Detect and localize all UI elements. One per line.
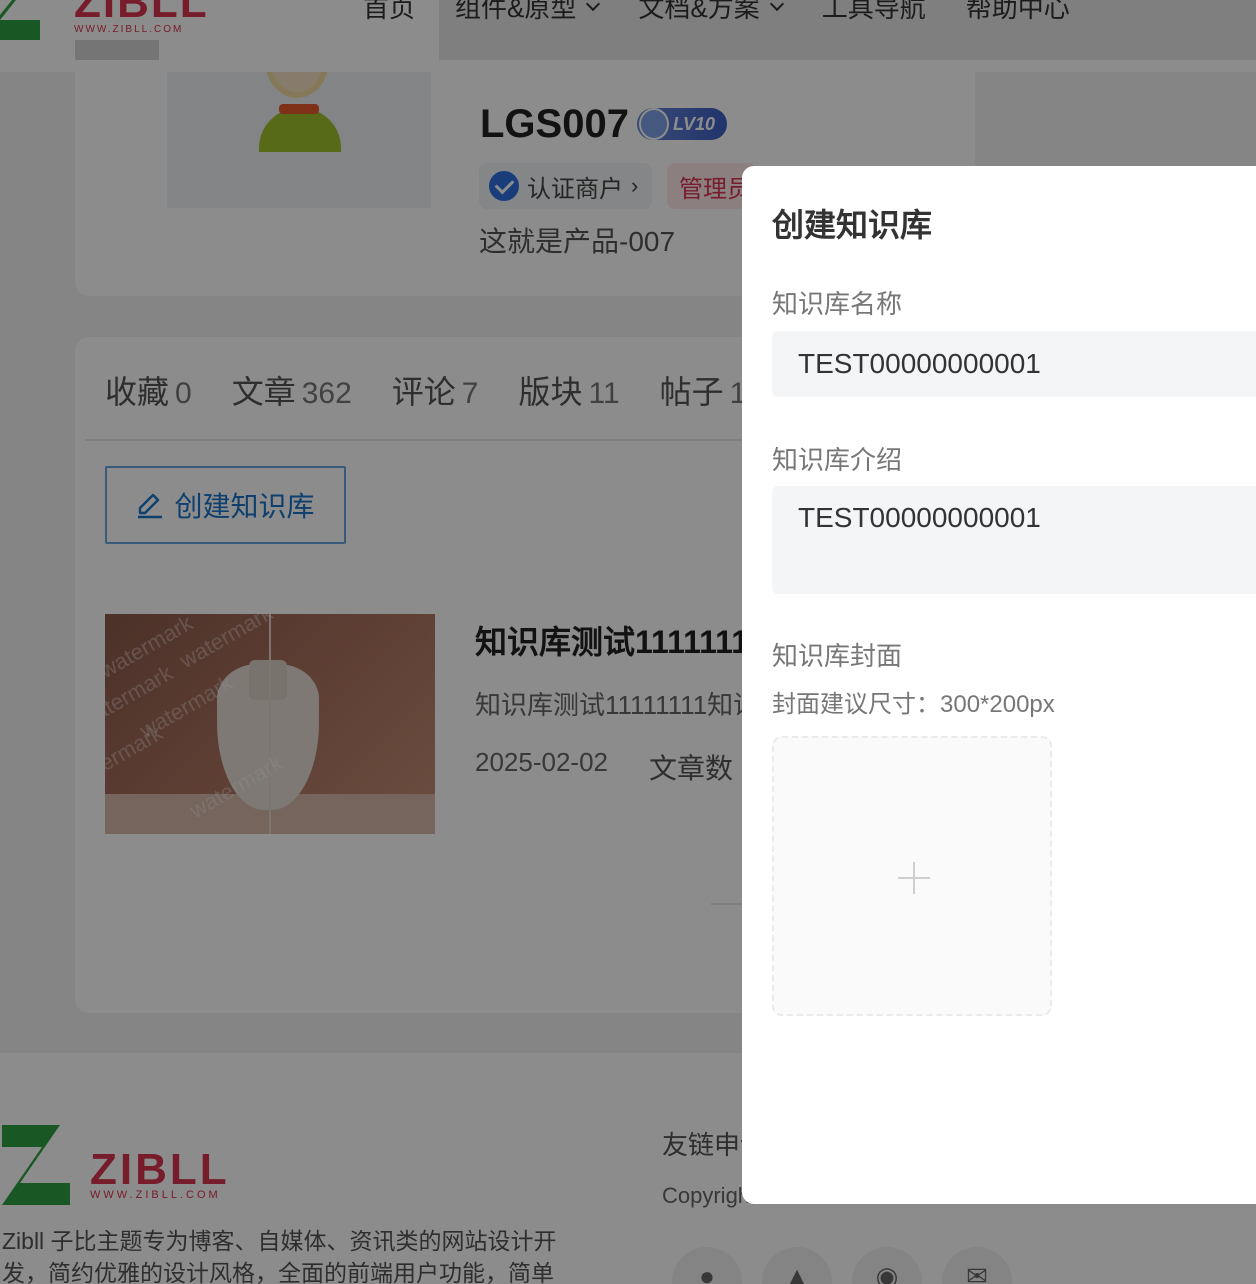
kb-intro-textarea[interactable]: TEST00000000001 — [772, 486, 1256, 594]
kb-name-input[interactable] — [772, 331, 1256, 397]
kb-cover-label: 知识库封面 — [772, 641, 903, 671]
kb-cover-hint: 封面建议尺寸：300*200px — [772, 691, 1055, 718]
plus-icon — [898, 862, 930, 894]
modal-title: 创建知识库 — [772, 207, 933, 243]
cover-upload-box[interactable] — [772, 736, 1052, 1016]
kb-name-label: 知识库名称 — [772, 289, 903, 319]
kb-intro-label: 知识库介绍 — [772, 445, 903, 475]
create-knowledge-base-modal: 创建知识库 知识库名称 知识库介绍 TEST00000000001 知识库封面 … — [742, 166, 1256, 1204]
